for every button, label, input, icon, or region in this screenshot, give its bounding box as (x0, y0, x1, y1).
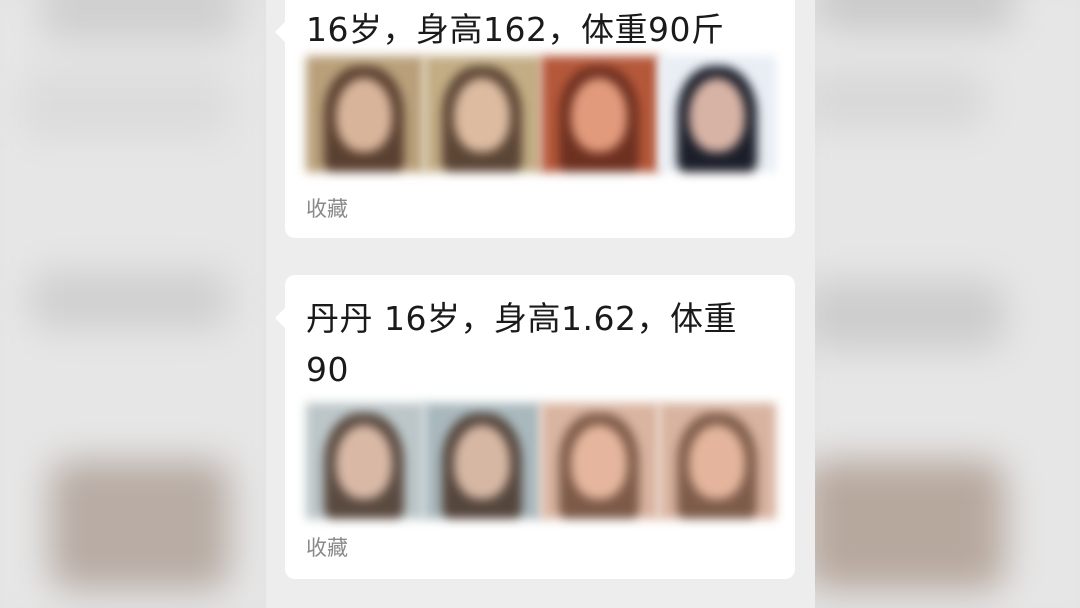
chat-column: 16岁，身高162，体重90斤 收藏 丹丹 16岁，身高1.62，体重 90 收… (266, 0, 815, 608)
thumbnail-image[interactable] (423, 56, 541, 172)
face-shape (336, 425, 392, 499)
thumbnail-row (306, 403, 776, 519)
face-shape (453, 425, 510, 499)
bubble-tail (275, 308, 285, 328)
bubble-tail (275, 22, 285, 42)
favorite-card-1[interactable]: 16岁，身高162，体重90斤 收藏 (275, 0, 795, 238)
face-shape (453, 78, 510, 152)
face-shape (688, 425, 745, 499)
card-title-line-2: 90 (306, 350, 349, 389)
thumbnail-image[interactable] (541, 56, 659, 172)
card-title: 16岁，身高162，体重90斤 (306, 10, 725, 49)
face-shape (571, 78, 627, 152)
thumbnail-image[interactable] (306, 56, 424, 172)
face-shape (688, 78, 745, 152)
thumbnail-row (306, 56, 776, 172)
screen: 16岁，身高162，体重90斤 收藏 丹丹 16岁，身高1.62，体重 90 收… (0, 0, 1080, 608)
blurred-background-left (0, 0, 266, 608)
thumbnail-image[interactable] (306, 403, 424, 519)
face-shape (571, 425, 627, 499)
favorite-label: 收藏 (306, 197, 348, 221)
thumbnail-image[interactable] (658, 403, 776, 519)
face-shape (336, 78, 392, 152)
blurred-background-right (815, 0, 1080, 608)
thumbnail-image[interactable] (541, 403, 659, 519)
thumbnail-image[interactable] (658, 56, 776, 172)
thumbnail-image[interactable] (423, 403, 541, 519)
favorite-card-2[interactable]: 丹丹 16岁，身高1.62，体重 90 收藏 (275, 275, 795, 579)
card-title-line-1: 丹丹 16岁，身高1.62，体重 (306, 299, 737, 338)
favorite-label: 收藏 (306, 536, 348, 560)
